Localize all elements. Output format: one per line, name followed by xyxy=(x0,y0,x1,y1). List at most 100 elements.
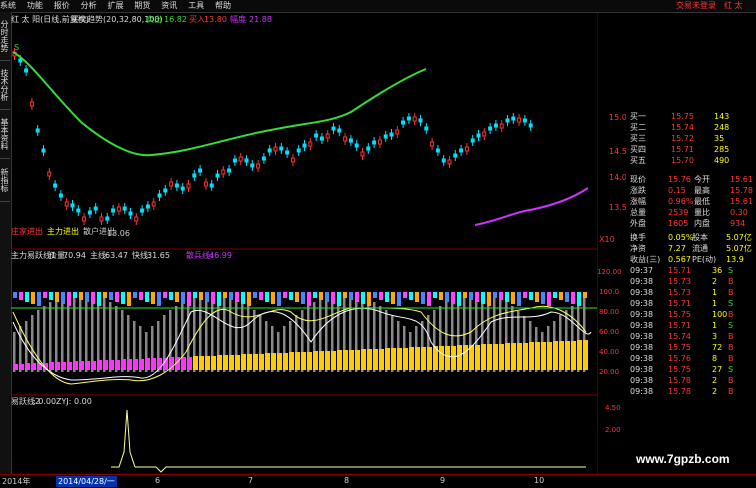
candle-body xyxy=(76,208,81,213)
menu-analysis[interactable]: 分析 xyxy=(81,0,97,12)
stat-value: 0.30 xyxy=(730,208,748,217)
ind1-top-bar xyxy=(493,292,497,298)
ind1-fill-bar xyxy=(139,359,144,370)
candle-body xyxy=(430,141,435,147)
candle-body xyxy=(244,158,249,163)
ind1-fill-bar xyxy=(295,352,300,370)
candle-body xyxy=(505,118,510,123)
tick-volume: 72 xyxy=(712,343,723,352)
ind1-fill-bar xyxy=(571,341,576,370)
ind1-fill-bar xyxy=(151,358,156,370)
ind1-fill-bar xyxy=(505,343,510,370)
bid-volume: 285 xyxy=(714,145,730,154)
chart-area[interactable]: 红 太 阳(日线,前复权) 买卖趋势(20,32,80,100) 卖出 16.8… xyxy=(11,12,597,474)
tick-row: 09:38 15.75 27 S xyxy=(626,364,756,375)
tab-technical[interactable]: 技术分析 xyxy=(0,61,10,110)
stat-label: 现价 xyxy=(630,175,646,184)
ind1-top-bar xyxy=(193,292,197,298)
candle-body xyxy=(447,159,452,165)
ind1-fill-bar xyxy=(253,354,258,370)
tick-row: 09:38 15.75 72 B xyxy=(626,342,756,353)
candle-body xyxy=(499,123,504,129)
menu-extend[interactable]: 扩展 xyxy=(108,0,124,12)
menu-news[interactable]: 资讯 xyxy=(161,0,177,12)
candle-body xyxy=(308,141,313,147)
ind1-fill-bar xyxy=(109,360,114,370)
candle-body xyxy=(267,148,272,153)
ind1-top-bar xyxy=(301,292,305,304)
tick-price: 15.75 xyxy=(668,343,691,352)
menu-help[interactable]: 帮助 xyxy=(215,0,231,12)
ind1-top-bar xyxy=(355,292,359,302)
ind1-top-bar xyxy=(409,292,413,300)
stat-value: 0.15 xyxy=(668,186,686,195)
tick-flag: S xyxy=(728,266,734,275)
candle-body xyxy=(522,118,527,123)
candle-body xyxy=(41,148,46,153)
ind1-fill-bar xyxy=(349,350,354,370)
stat-value: 5.07亿 xyxy=(726,244,752,253)
ind1-fill-bar xyxy=(373,349,378,370)
ind1-fill-bar xyxy=(481,344,486,370)
ind1-top-bar xyxy=(337,292,341,306)
ind1-top-bar xyxy=(487,292,491,306)
ind1-fill-bar xyxy=(271,353,276,370)
stat-row: 现价 15.76 今开 15.61 xyxy=(626,174,756,185)
ind1-fill-bar xyxy=(421,347,426,370)
candle-body xyxy=(198,168,203,173)
ind1-top-bar xyxy=(577,292,581,306)
candle-body xyxy=(348,138,353,143)
candle-body xyxy=(157,193,162,198)
candle-body xyxy=(482,131,487,137)
menu-quote[interactable]: 报价 xyxy=(54,0,70,12)
ind1-top-bar xyxy=(475,292,479,302)
ind2-zyj: ZYJ: 0.00 xyxy=(56,397,92,406)
ind1-fill-bar xyxy=(385,348,390,370)
candle-body xyxy=(401,120,406,125)
ind1-top-bar xyxy=(553,292,557,298)
tick-row: 09:38 15.73 2 B xyxy=(626,276,756,287)
ind1-top-bar xyxy=(175,292,179,302)
ind1-top-bar xyxy=(325,292,329,302)
ind1-top-bar xyxy=(541,292,545,304)
candle-body xyxy=(383,134,388,139)
ind1-fill-bar xyxy=(337,350,342,370)
candle-body xyxy=(412,116,417,122)
stat-label: 股本 xyxy=(692,233,708,242)
candle-body xyxy=(476,133,481,138)
purple-trend-line xyxy=(474,187,589,226)
menu-tools[interactable]: 工具 xyxy=(188,0,204,12)
ind1-top-bar xyxy=(139,292,143,300)
date-label-cursor[interactable]: 2014/04/28/一 xyxy=(56,476,117,487)
ind1-top-bar xyxy=(205,292,209,302)
candle-body xyxy=(64,201,69,207)
candle-body xyxy=(285,150,290,155)
ind1-top-bar xyxy=(163,292,167,298)
ind1-tick-20: 20.00 xyxy=(599,368,619,376)
tick-price: 15.71 xyxy=(668,266,691,275)
tick-flag: S xyxy=(728,299,734,308)
ind1-top-bar xyxy=(91,292,95,304)
menu-futures[interactable]: 期货 xyxy=(134,0,150,12)
ind1-fill-bar xyxy=(493,344,498,370)
tick-flag: B xyxy=(728,354,734,363)
tab-intraday[interactable]: 分时走势 xyxy=(0,12,10,61)
right-axis: 15.00 14.50 14.00 13.50 X10 120.00 100.0… xyxy=(597,12,626,474)
tick-price: 15.75 xyxy=(668,365,691,374)
candle-body xyxy=(53,183,58,188)
tab-fundamentals[interactable]: 基本资料 xyxy=(0,110,10,159)
date-axis: 2014年 2014/04/28/一 6 7 8 9 10 xyxy=(0,474,756,488)
candle-body xyxy=(424,126,429,131)
trade-login-link[interactable]: 交易未登录 xyxy=(676,0,716,12)
axis-tick-14: 14.00 xyxy=(609,173,626,182)
ind1-top-bar xyxy=(583,292,587,298)
ind1-top-bar xyxy=(451,292,455,304)
menu-system[interactable]: 系统 xyxy=(0,0,16,12)
candle-body xyxy=(296,148,301,153)
ind1-top-bar xyxy=(145,292,149,302)
bid-label: 买一 xyxy=(630,112,646,121)
tab-new-indicator[interactable]: 新指标 xyxy=(0,159,10,202)
menu-function[interactable]: 功能 xyxy=(27,0,43,12)
ind1-fill-bar xyxy=(211,356,216,370)
ind1-top-bar xyxy=(421,292,425,304)
